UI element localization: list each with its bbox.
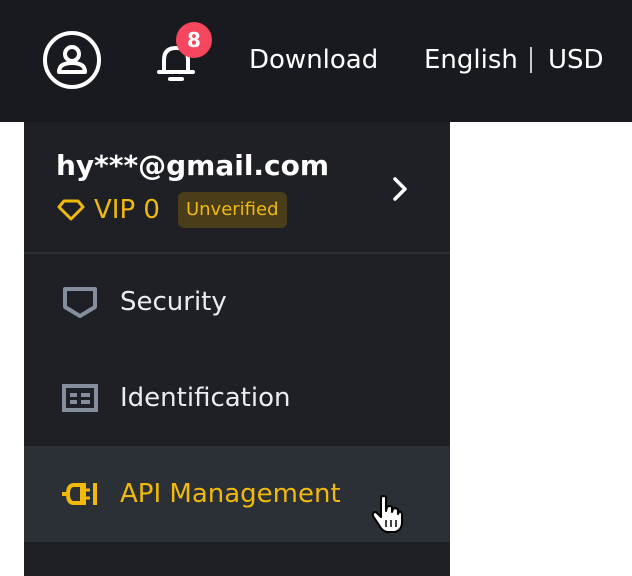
plug-icon bbox=[62, 483, 97, 505]
user-avatar-icon[interactable] bbox=[42, 30, 102, 90]
menu-item-label: Identification bbox=[120, 383, 291, 413]
nav-divider bbox=[530, 47, 532, 73]
diamond-icon bbox=[57, 199, 85, 221]
top-navigation-bar: 8 Download English USD bbox=[0, 0, 632, 122]
menu-item-label: API Management bbox=[120, 479, 341, 509]
vip-level-row: VIP 0 Unverified bbox=[56, 192, 287, 228]
shield-icon bbox=[63, 287, 97, 318]
id-card-icon bbox=[62, 384, 98, 412]
notification-count-badge: 8 bbox=[176, 22, 212, 58]
vip-level-label: VIP 0 bbox=[94, 195, 160, 225]
download-link[interactable]: Download bbox=[249, 42, 378, 78]
hand-pointer-cursor-icon bbox=[371, 495, 403, 533]
menu-item-label: Security bbox=[120, 287, 227, 317]
language-selector[interactable]: English bbox=[424, 42, 518, 78]
menu-item-security[interactable]: Security bbox=[24, 254, 450, 350]
chevron-right-icon[interactable] bbox=[388, 174, 412, 204]
verification-status-badge: Unverified bbox=[177, 192, 287, 228]
currency-selector[interactable]: USD bbox=[548, 42, 604, 78]
account-email: hy***@gmail.com bbox=[56, 149, 330, 182]
menu-item-identification[interactable]: Identification bbox=[24, 350, 450, 446]
account-profile-section[interactable]: hy***@gmail.com VIP 0 Unverified bbox=[24, 122, 450, 254]
